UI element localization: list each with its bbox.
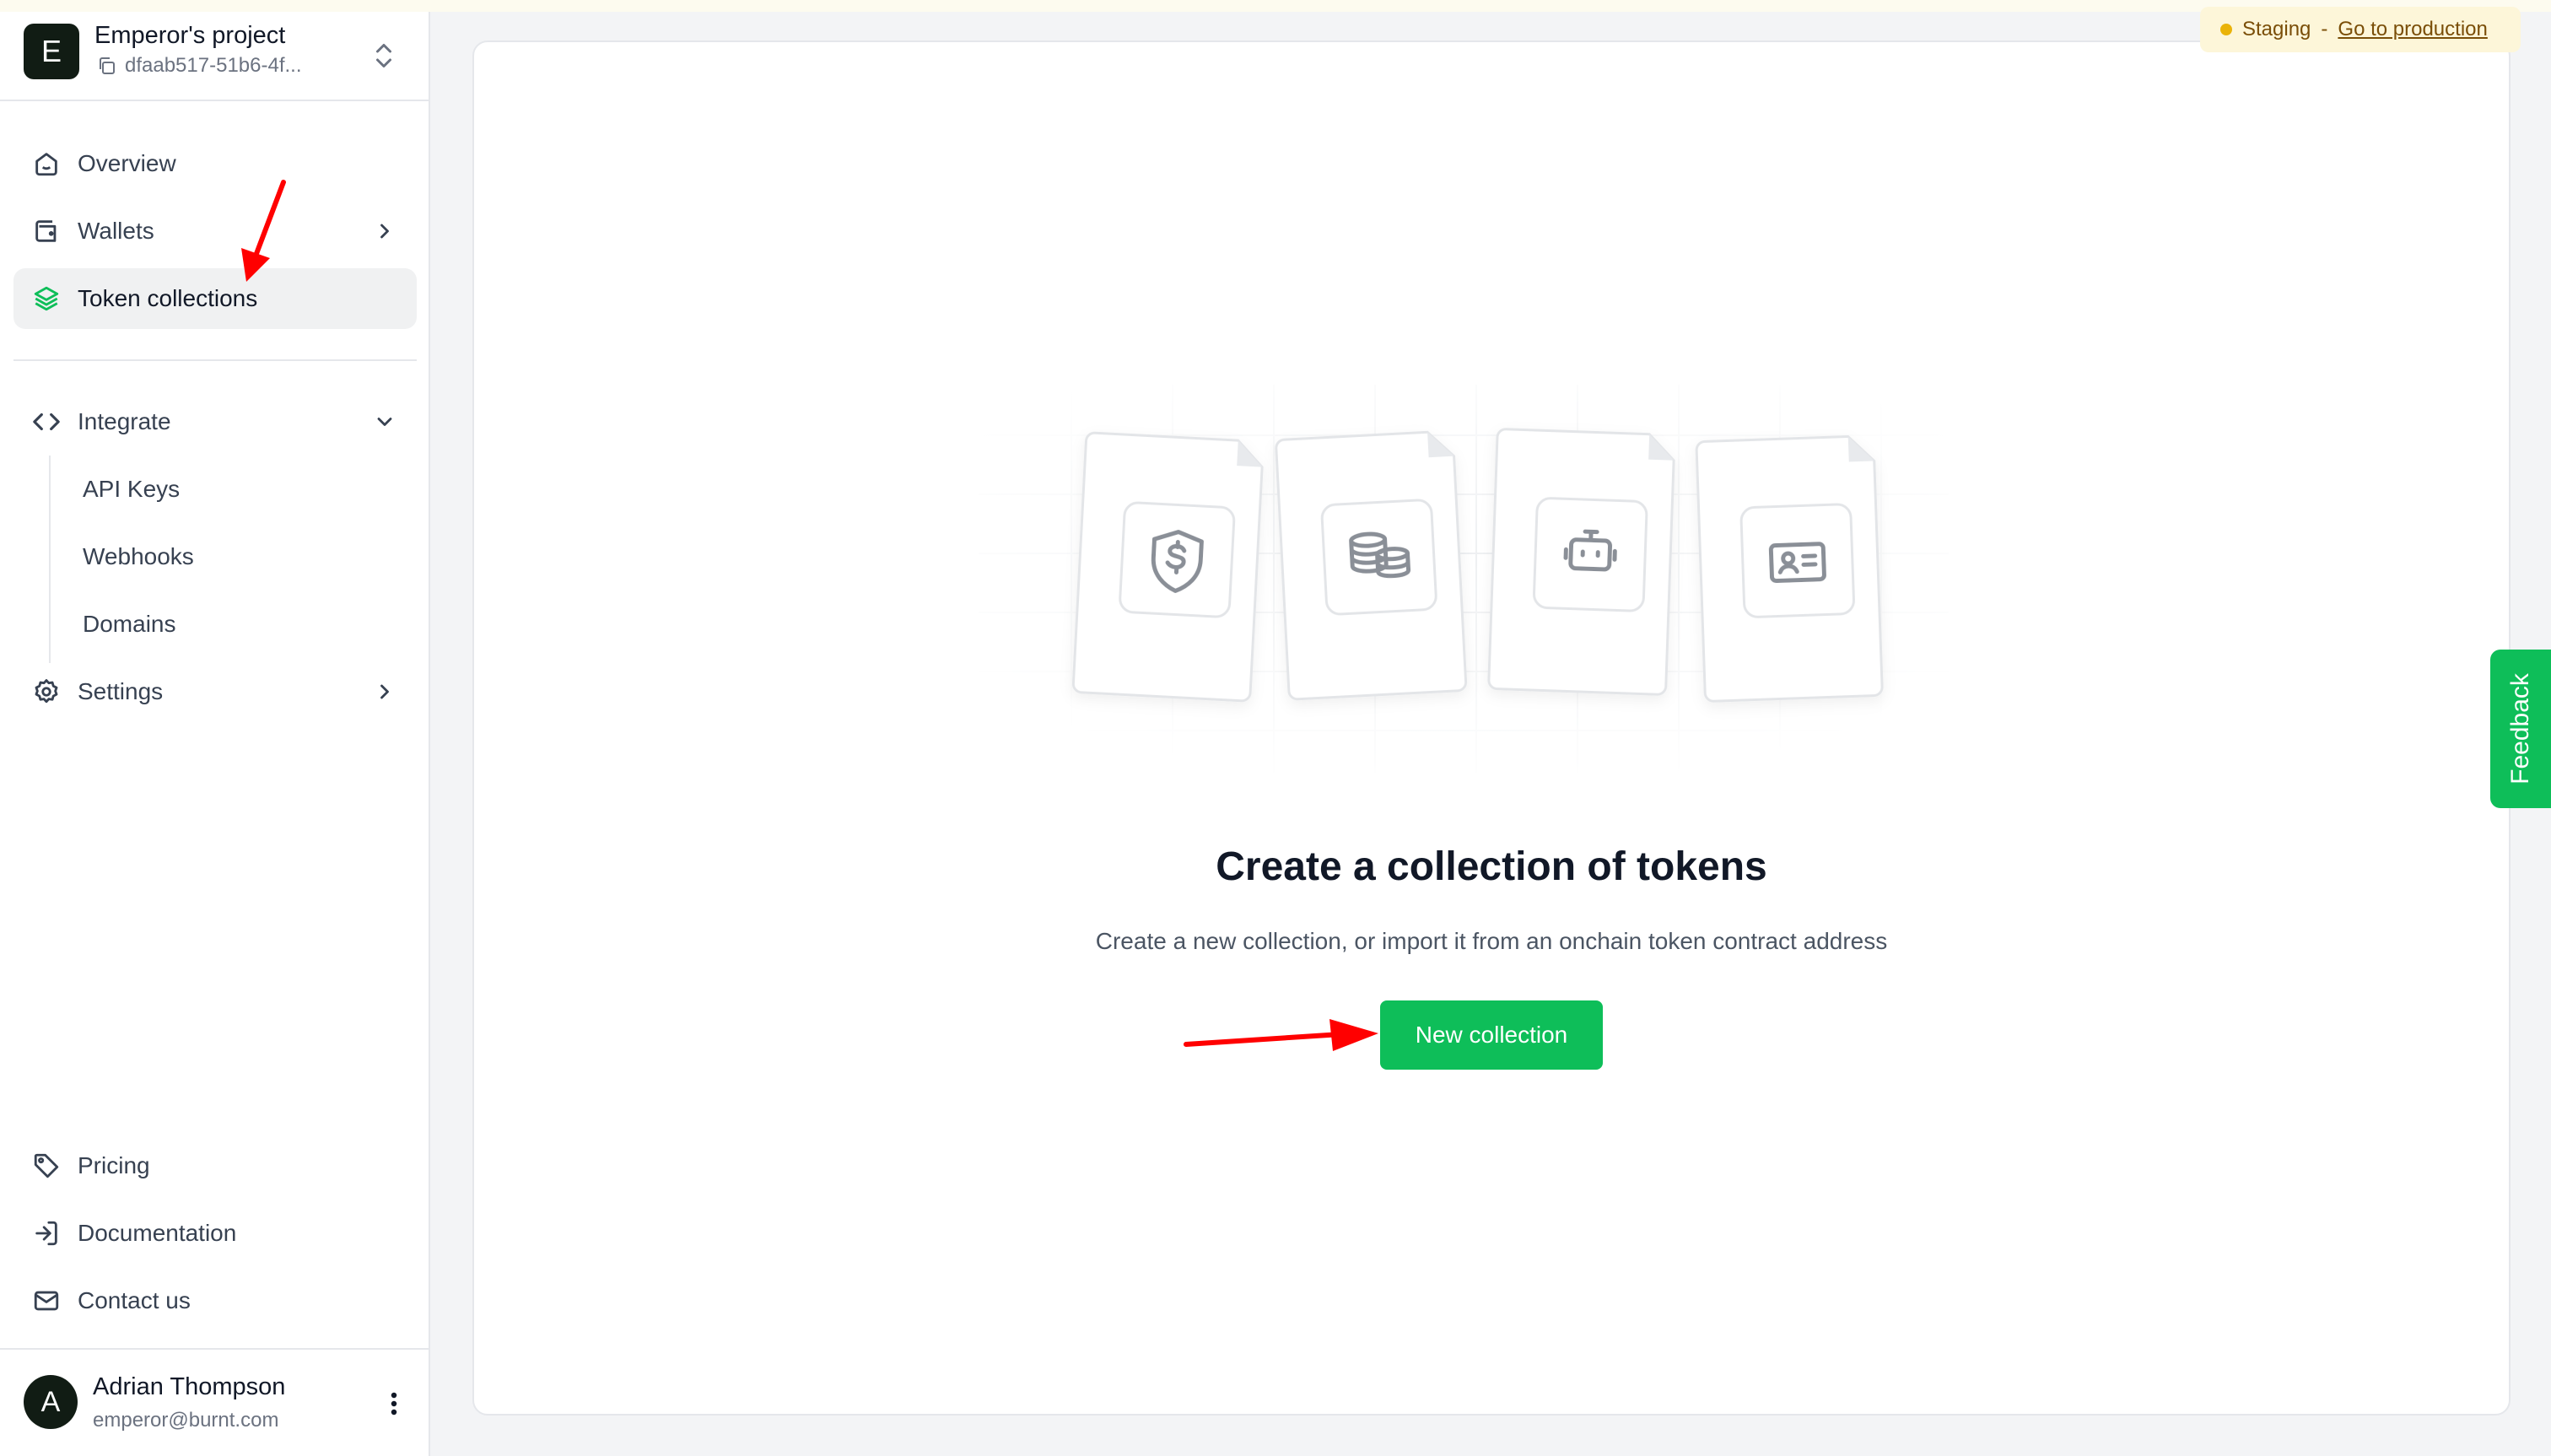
user-email: emperor@burnt.com (93, 1409, 279, 1432)
sidebar-label-documentation: Documentation (78, 1220, 237, 1246)
sidebar-item-domains[interactable]: Domains (13, 594, 417, 655)
chevron-down-icon (377, 418, 392, 426)
chevron-right-icon (380, 224, 389, 239)
sidebar-label-contact-us: Contact us (78, 1287, 191, 1313)
new-collection-button[interactable]: New collection (1380, 1000, 1603, 1070)
sidebar-label-settings: Settings (78, 678, 164, 704)
wallet-icon (35, 220, 57, 242)
layers-icon (34, 286, 59, 311)
sidebar-item-pricing[interactable]: Pricing (13, 1135, 417, 1196)
home-icon (35, 153, 57, 176)
go-to-production-link[interactable]: Go to production (2338, 18, 2487, 41)
sidebar-label-overview: Overview (78, 150, 176, 176)
sidebar-item-integrate[interactable]: Integrate (13, 391, 417, 452)
feedback-tab[interactable]: Feedback (2490, 650, 2551, 808)
chevrons-up-down-icon[interactable] (371, 39, 396, 73)
sidebar-item-api-keys[interactable]: API Keys (13, 459, 417, 520)
chevron-right-icon (380, 684, 389, 699)
project-switcher[interactable]: E Emperor's project dfaab517-51b6-4f... (0, 12, 429, 101)
environment-label: Staging (2242, 18, 2311, 40)
user-account[interactable]: A Adrian Thompson emperor@burnt.com (0, 1348, 429, 1456)
sidebar-item-overview[interactable]: Overview (13, 133, 417, 194)
sidebar-label-webhooks: Webhooks (83, 543, 194, 569)
token-card-robot (1487, 428, 1675, 696)
sidebar-label-token-collections: Token collections (78, 285, 258, 311)
project-id: dfaab517-51b6-4f... (125, 54, 302, 77)
annotation-arrow-button (1184, 1019, 1378, 1051)
sidebar-label-pricing: Pricing (78, 1152, 150, 1178)
sidebar: E Emperor's project dfaab517-51b6-4f... … (0, 12, 430, 1456)
code-icon (33, 413, 60, 431)
avatar: A (24, 1375, 78, 1429)
documentation-icon (35, 1221, 57, 1246)
sidebar-item-token-collections[interactable]: Token collections (13, 268, 417, 329)
sidebar-item-contact-us[interactable]: Contact us (13, 1270, 417, 1331)
token-card-coins (1275, 430, 1468, 701)
user-name: Adrian Thompson (93, 1373, 286, 1400)
top-banner-strip (0, 0, 2551, 12)
project-id-row: dfaab517-51b6-4f... (96, 54, 302, 78)
token-card-shield (1071, 431, 1264, 703)
feedback-label: Feedback (2506, 673, 2534, 785)
sidebar-label-wallets: Wallets (78, 218, 154, 244)
sidebar-item-settings[interactable]: Settings (13, 661, 417, 722)
empty-state-title: Create a collection of tokens (1216, 844, 1767, 889)
sidebar-item-wallets[interactable]: Wallets (13, 201, 417, 262)
sidebar-label-domains: Domains (83, 611, 176, 637)
environment-separator: - (2321, 18, 2328, 40)
more-vertical-icon[interactable] (381, 1387, 407, 1421)
sidebar-item-documentation[interactable]: Documentation (13, 1203, 417, 1264)
sidebar-label-api-keys: API Keys (83, 476, 181, 502)
project-name: Emperor's project (94, 22, 286, 49)
empty-state-description: Create a new collection, or import it fr… (1095, 928, 1888, 954)
sidebar-divider (13, 359, 417, 361)
tag-icon (34, 1153, 59, 1178)
project-avatar: E (24, 24, 79, 79)
token-card-id (1695, 434, 1884, 703)
staging-status-dot (2220, 24, 2232, 35)
sidebar-label-integrate: Integrate (78, 408, 171, 434)
mail-icon (34, 1291, 59, 1311)
sidebar-item-webhooks[interactable]: Webhooks (13, 526, 417, 587)
environment-banner: Staging - Go to production (2200, 7, 2521, 52)
copy-icon[interactable] (96, 56, 116, 76)
annotation-arrow-sidebar (241, 180, 286, 282)
empty-state-illustration (979, 385, 1949, 773)
gear-icon (35, 679, 58, 704)
